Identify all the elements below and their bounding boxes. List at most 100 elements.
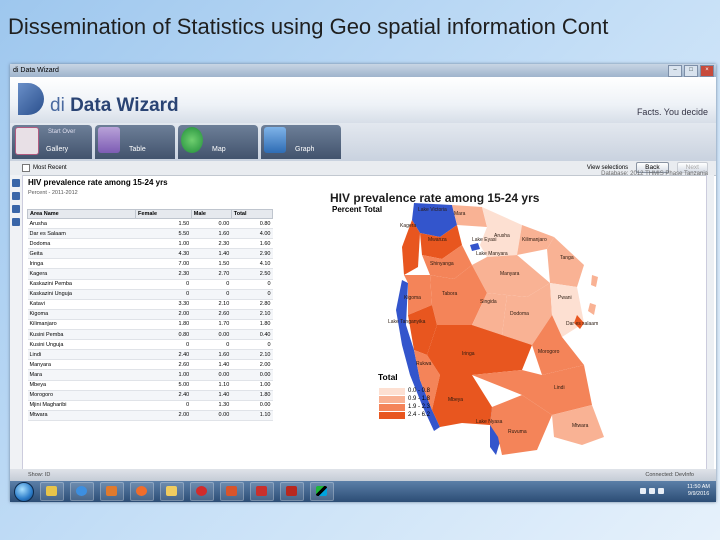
tray-flag-icon[interactable] bbox=[649, 488, 655, 494]
slide-title: Dissemination of Statistics using Geo sp… bbox=[8, 14, 609, 39]
table-cell: 0 bbox=[191, 279, 232, 290]
table-cell: Kagera bbox=[27, 268, 136, 280]
legend-label: 0.9 - 1.8 bbox=[408, 396, 431, 402]
tab-graph[interactable]: Graph bbox=[261, 125, 341, 159]
close-button[interactable]: × bbox=[700, 65, 714, 77]
vertical-scrollbar[interactable] bbox=[706, 175, 714, 469]
map-title: HIV prevalence rate among 15-24 yrs bbox=[330, 191, 540, 205]
table-cell: 1.60 bbox=[231, 238, 273, 250]
table-cell: 1.10 bbox=[231, 410, 273, 421]
table-cell: 0.00 bbox=[191, 218, 232, 230]
table-cell: 0 bbox=[191, 289, 232, 300]
table-cell: 0 bbox=[135, 289, 192, 300]
taskbar-folder-icon[interactable] bbox=[160, 482, 184, 501]
column-header[interactable]: Female bbox=[135, 209, 192, 219]
region-label: Singida bbox=[480, 299, 497, 305]
table-cell: 1.60 bbox=[191, 228, 232, 240]
table-row: Manyara 2.60 1.40 2.00 bbox=[27, 359, 273, 371]
table-cell: 0.00 bbox=[231, 369, 273, 381]
region-label: Lake Tanganyika bbox=[388, 319, 426, 325]
map-subtitle: Percent Total bbox=[332, 205, 383, 214]
table-row: Katavi 3.30 2.10 2.80 bbox=[27, 299, 273, 310]
windows-taskbar: 11:50 AM 9/9/2016 bbox=[10, 481, 716, 502]
lake-eyasi bbox=[470, 243, 480, 251]
status-right: Connected: DevInfo bbox=[645, 472, 694, 478]
taskbar-firefox-icon[interactable] bbox=[130, 482, 154, 501]
region-label: Shinyanga bbox=[430, 261, 454, 267]
app-logo-text: di Data Wizard bbox=[50, 95, 179, 116]
table-cell: 2.60 bbox=[191, 309, 232, 320]
tray-network-icon[interactable] bbox=[640, 488, 646, 494]
region-label: Lake Nyasa bbox=[476, 419, 503, 425]
table-cell: 3.30 bbox=[135, 299, 192, 310]
table-row: Kilimanjaro 1.80 1.70 1.80 bbox=[27, 319, 273, 331]
gallery-icon bbox=[15, 127, 39, 155]
start-over-link[interactable]: Start Over bbox=[48, 129, 75, 135]
region-label: Kilimanjaro bbox=[522, 237, 547, 243]
region-tanga bbox=[547, 237, 584, 287]
legend-label: 2.4 - 6.2 bbox=[408, 412, 431, 418]
table-cell: Morogoro bbox=[27, 390, 136, 401]
save-icon[interactable] bbox=[12, 218, 20, 226]
taskbar-explorer-app[interactable] bbox=[40, 482, 64, 501]
taskbar-media-icon[interactable] bbox=[100, 482, 124, 501]
maximize-button[interactable]: □ bbox=[684, 65, 698, 77]
tab-table[interactable]: Table bbox=[95, 125, 175, 159]
table-cell: Mjini Magharibi bbox=[27, 400, 136, 411]
column-header[interactable]: Male bbox=[190, 209, 232, 219]
region-label: Pwani bbox=[558, 295, 572, 301]
table-cell: 5.50 bbox=[135, 228, 192, 240]
table-cell: 1.00 bbox=[231, 380, 273, 391]
tab-map[interactable]: Map bbox=[178, 125, 258, 159]
table-cell: 2.10 bbox=[191, 299, 232, 310]
most-recent-checkbox[interactable] bbox=[22, 164, 30, 172]
print-icon[interactable] bbox=[12, 205, 20, 213]
table-cell: 0 bbox=[231, 279, 273, 290]
table-cell: 2.00 bbox=[231, 359, 273, 371]
table-cell: 2.00 bbox=[135, 309, 192, 320]
legend-swatch bbox=[379, 411, 405, 419]
start-button[interactable] bbox=[14, 481, 34, 502]
table-cell: Lindi bbox=[27, 349, 136, 361]
region-label: Tanga bbox=[560, 255, 574, 261]
table-cell: 0.00 bbox=[191, 329, 232, 341]
share-icon[interactable] bbox=[12, 192, 20, 200]
globe-icon bbox=[181, 127, 203, 153]
tray-volume-icon[interactable] bbox=[658, 488, 664, 494]
export-icon[interactable] bbox=[12, 179, 20, 187]
column-header[interactable]: Total bbox=[230, 209, 274, 219]
table-cell: 2.30 bbox=[191, 238, 232, 250]
taskbar-flag-icon[interactable] bbox=[310, 482, 334, 501]
table-cell: Geita bbox=[27, 248, 136, 260]
tab-gallery[interactable]: Start Over Gallery bbox=[12, 125, 92, 159]
table-map-panel: HIV prevalence rate among 15-24 yrs Perc… bbox=[24, 175, 714, 469]
taskbar-ie-icon[interactable] bbox=[70, 482, 94, 501]
map-legend: 0.0 - 0.8 0.9 - 1.8 1.9 - 2.3 2.4 - 6.2 bbox=[379, 387, 430, 419]
taskbar-powerpoint-icon[interactable] bbox=[220, 482, 244, 501]
table-cell: 1.40 bbox=[191, 248, 232, 260]
table-cell: Arusha bbox=[27, 218, 136, 230]
taskbar-adobe-icon[interactable] bbox=[280, 482, 304, 501]
table-cell: Kusini Unguja bbox=[27, 339, 136, 351]
taskbar-opera-icon[interactable] bbox=[190, 482, 214, 501]
side-toolbar bbox=[10, 175, 23, 469]
table-icon bbox=[98, 127, 120, 153]
taskbar-pdf-icon[interactable] bbox=[250, 482, 274, 501]
tanzania-map[interactable]: Lake Victoria Mara Kagera Mwanza Lake Eyasi S… bbox=[322, 175, 682, 469]
column-header[interactable]: Area Name bbox=[26, 209, 137, 219]
table-row: Lindi 2.40 1.60 2.10 bbox=[27, 349, 273, 361]
table-cell: 0.00 bbox=[231, 400, 273, 411]
table-cell: Kigoma bbox=[27, 309, 136, 320]
minimize-button[interactable]: – bbox=[668, 65, 682, 77]
table-cell: 2.70 bbox=[191, 268, 232, 280]
view-selections-dropdown[interactable]: View selections bbox=[587, 165, 628, 171]
legend-item: 1.9 - 2.3 bbox=[379, 403, 430, 411]
legend-label: 0.0 - 0.8 bbox=[408, 388, 431, 394]
region-arusha bbox=[480, 207, 522, 257]
table-cell: 5.00 bbox=[135, 380, 192, 391]
table-cell: 1.00 bbox=[135, 238, 192, 250]
table-cell: Mbeya bbox=[27, 380, 136, 391]
di-logo-icon bbox=[18, 83, 44, 115]
tray-clock[interactable]: 11:50 AM 9/9/2016 bbox=[687, 484, 710, 498]
region-label: Morogoro bbox=[538, 349, 560, 355]
